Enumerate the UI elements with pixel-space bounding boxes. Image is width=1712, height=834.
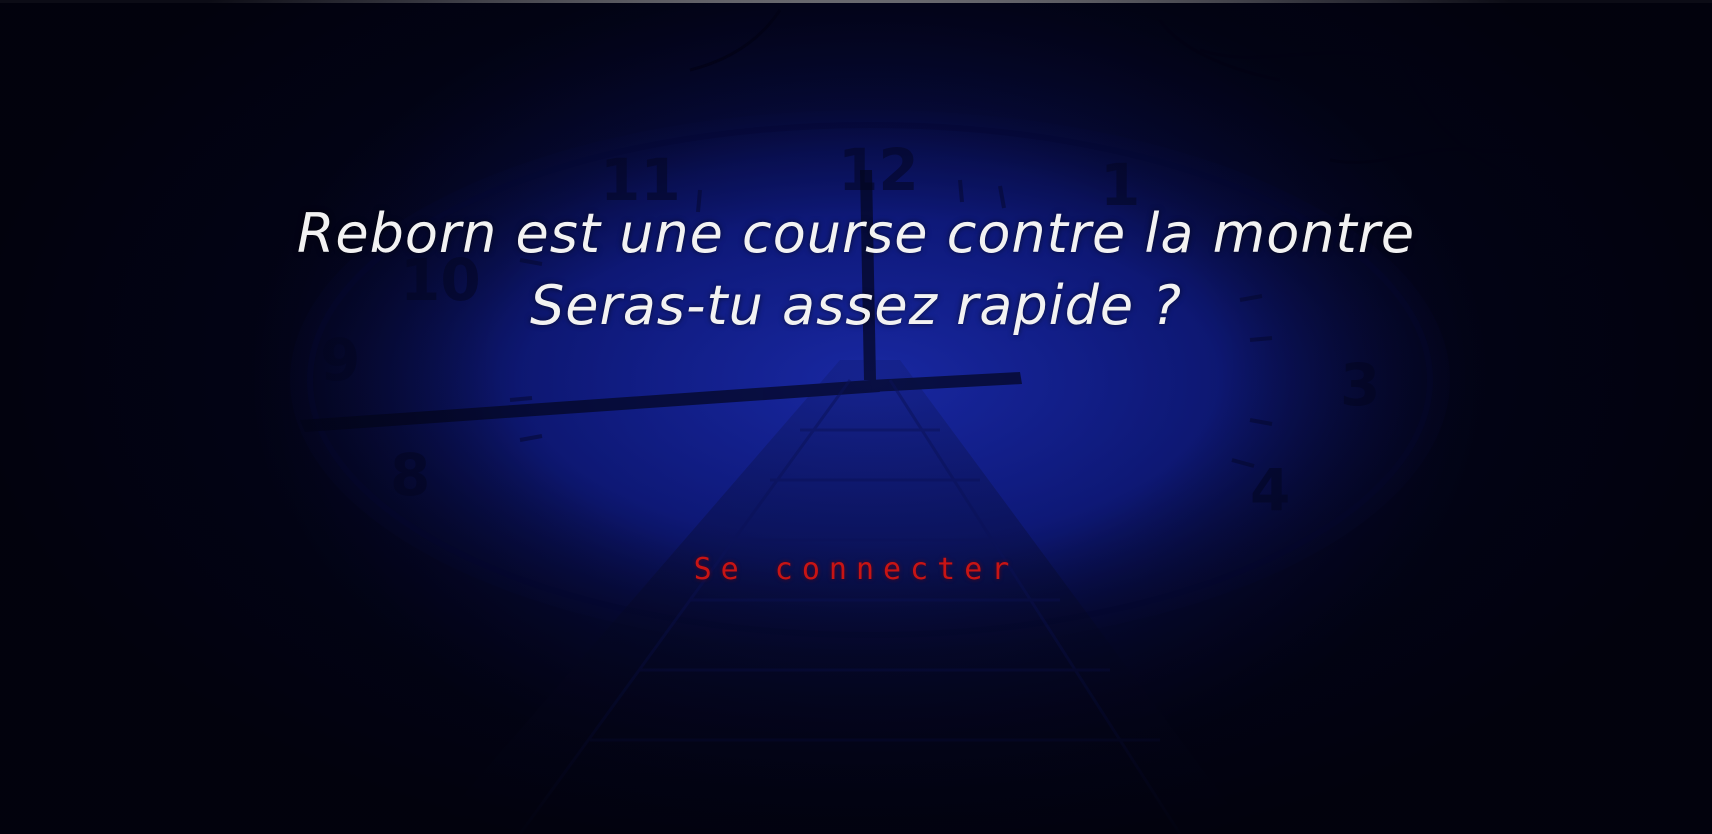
splash-screen: 11 12 1 10 9 3 8 4 Reborn est une course…	[0, 0, 1712, 834]
numeral-4: 4	[1250, 456, 1290, 524]
numeral-3: 3	[1340, 351, 1380, 419]
numeral-12: 12	[838, 136, 919, 204]
login-button[interactable]: Se connecter	[0, 552, 1712, 587]
hero-line-1: Reborn est une course contre la montre	[296, 202, 1416, 265]
numeral-8: 8	[390, 441, 430, 509]
hero-headline: Reborn est une course contre la montre S…	[0, 198, 1712, 342]
hero-line-2: Seras-tu assez rapide ?	[530, 274, 1182, 337]
clock-background-art: 11 12 1 10 9 3 8 4	[290, 9, 1712, 834]
